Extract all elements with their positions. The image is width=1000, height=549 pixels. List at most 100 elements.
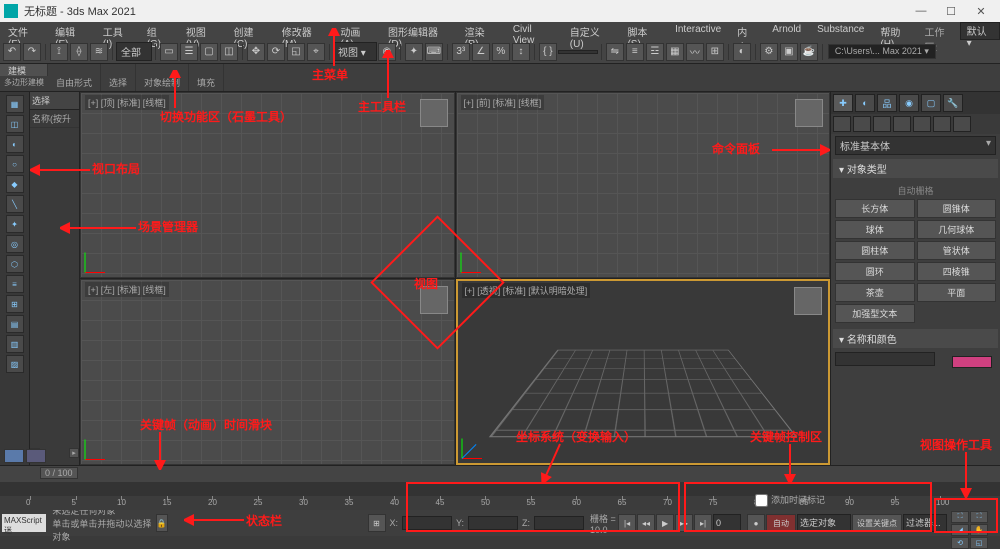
menu-item[interactable]: 工具(I) (95, 22, 139, 40)
ref-coord-dropdown[interactable]: 视图 ▾ (333, 42, 377, 61)
primitive-button[interactable]: 加强型文本 (835, 304, 915, 323)
minimize-button[interactable]: ― (906, 5, 936, 17)
primitive-button[interactable]: 长方体 (835, 199, 915, 218)
viewcube-icon[interactable] (420, 286, 448, 314)
toggle-ribbon-button[interactable]: ▦ (666, 43, 684, 61)
hierarchy-tab[interactable]: 品 (877, 94, 897, 112)
toolbar-icon[interactable]: ◆ (6, 175, 24, 193)
y-coord-input[interactable] (468, 516, 518, 530)
motion-tab[interactable]: ◉ (899, 94, 919, 112)
create-tab[interactable]: ✚ (833, 94, 853, 112)
primitive-button[interactable]: 圆柱体 (835, 241, 915, 260)
layout-preset-button[interactable] (4, 449, 24, 463)
utilities-tab[interactable]: 🔧 (943, 94, 963, 112)
keyboard-shortcut-button[interactable]: ⌨ (425, 43, 443, 61)
viewport-label[interactable]: [+] [左] [标准] [线框] (85, 282, 169, 297)
primitive-type-dropdown[interactable]: 标准基本体 (835, 136, 996, 155)
cameras-subtab[interactable] (893, 116, 911, 132)
viewcube-icon[interactable] (420, 99, 448, 127)
display-tab[interactable]: ▢ (921, 94, 941, 112)
manipulate-button[interactable]: ✦ (405, 43, 423, 61)
angle-snap-button[interactable]: ∠ (472, 43, 490, 61)
ribbon-panel-populate[interactable]: 填充 (189, 64, 224, 91)
menu-item[interactable]: 修改器(M) (274, 22, 333, 40)
systems-subtab[interactable] (953, 116, 971, 132)
viewport-front[interactable]: [+] [前] [标准] [线框] (456, 92, 831, 278)
toolbar-icon[interactable]: ⬡ (6, 255, 24, 273)
track-bar[interactable] (0, 482, 1000, 496)
menu-item[interactable]: Interactive (667, 22, 729, 40)
menu-item[interactable]: 文件(F) (0, 22, 47, 40)
menu-item[interactable]: Substance (809, 22, 872, 40)
toolbar-icon[interactable]: ≡ (6, 275, 24, 293)
viewport-label[interactable]: [+] [前] [标准] [线框] (461, 95, 545, 110)
goto-end-button[interactable]: ▸| (694, 514, 712, 532)
ribbon-panel-freeform[interactable]: 自由形式 (48, 64, 101, 91)
viewport-label[interactable]: [+] [透视] [标准] [默认明暗处理] (462, 283, 591, 298)
viewcube-icon[interactable] (794, 287, 822, 315)
menu-item[interactable]: 帮助(H) (872, 22, 920, 40)
ribbon-subtab[interactable]: 多边形建模 (0, 76, 48, 89)
toolbar-icon[interactable]: ⊞ (6, 295, 24, 313)
ribbon-panel-selection[interactable]: 选择 (101, 64, 136, 91)
snap-3-button[interactable]: 3³ (452, 43, 470, 61)
path-display[interactable]: C:\Users\... Max 2021 ▾ (828, 44, 936, 59)
maximize-viewport-button[interactable]: ◱ (970, 537, 988, 549)
viewport-top[interactable]: [+] [顶] [标准] [线框] (80, 92, 455, 278)
goto-start-button[interactable]: |◂ (618, 514, 636, 532)
render-setup-button[interactable]: ⚙ (760, 43, 778, 61)
menu-item[interactable]: 创建(C) (226, 22, 274, 40)
time-slider[interactable]: 0 / 100 (0, 466, 1000, 482)
selection-filter-dropdown[interactable]: 全部 (116, 42, 152, 61)
align-button[interactable]: ≡ (626, 43, 644, 61)
material-editor-button[interactable]: ◐ (733, 43, 751, 61)
menu-item[interactable]: Civil View (505, 22, 562, 40)
z-coord-input[interactable] (534, 516, 584, 530)
schematic-view-button[interactable]: ⊞ (706, 43, 724, 61)
viewport-label[interactable]: [+] [顶] [标准] [线框] (85, 95, 169, 110)
toolbar-icon[interactable]: ○ (6, 155, 24, 173)
toolbar-icon[interactable]: ◐ (6, 135, 24, 153)
menu-item[interactable]: 动画(A) (332, 22, 380, 40)
color-swatch[interactable] (952, 356, 992, 368)
next-frame-button[interactable]: ▸▸ (675, 514, 693, 532)
maximize-button[interactable]: ☐ (936, 5, 966, 18)
select-object-button[interactable]: ▭ (160, 43, 178, 61)
select-rotate-button[interactable]: ⟳ (267, 43, 285, 61)
primitive-button[interactable]: 球体 (835, 220, 915, 239)
pivot-center-button[interactable]: ◉ (378, 43, 396, 61)
menu-item[interactable]: 渲染(R) (457, 22, 505, 40)
menu-item[interactable]: 编辑(E) (47, 22, 95, 40)
maxscript-listener[interactable]: MAXScript 迷 (2, 514, 46, 532)
play-button[interactable]: ▶ (656, 514, 674, 532)
set-keys-button[interactable]: 设置关键点 (852, 514, 902, 532)
helpers-subtab[interactable] (913, 116, 931, 132)
bind-spacewarp-button[interactable]: ≋ (90, 43, 108, 61)
named-selection-button[interactable]: { } (539, 43, 557, 61)
viewcube-icon[interactable] (795, 99, 823, 127)
mirror-button[interactable]: ⇋ (606, 43, 624, 61)
geometry-subtab[interactable] (833, 116, 851, 132)
time-slider-label[interactable]: 0 / 100 (40, 467, 78, 479)
redo-button[interactable]: ↷ (23, 43, 41, 61)
current-frame-input[interactable] (713, 514, 741, 532)
render-frame-button[interactable]: ▣ (780, 43, 798, 61)
shapes-subtab[interactable] (853, 116, 871, 132)
viewport-perspective[interactable]: [+] [透视] [标准] [默认明暗处理] (456, 279, 831, 465)
select-by-name-button[interactable]: ☰ (180, 43, 198, 61)
auto-key-button[interactable]: 自动 (766, 514, 796, 532)
primitive-button[interactable]: 圆环 (835, 262, 915, 281)
layer-explorer-button[interactable]: ☲ (646, 43, 664, 61)
ribbon-tab-modeling[interactable]: 建模 (0, 64, 48, 76)
orbit-button[interactable]: ⟲ (951, 537, 969, 549)
menu-item[interactable]: Arnold (764, 22, 809, 40)
menu-item[interactable]: 视图(V) (178, 22, 226, 40)
unlink-button[interactable]: ⟠ (70, 43, 88, 61)
autogrid-checkbox[interactable]: 自动栅格 (835, 182, 996, 199)
absolute-mode-button[interactable]: ⊞ (368, 514, 386, 532)
primitive-button[interactable]: 圆锥体 (917, 199, 997, 218)
menu-item[interactable]: 内容 (729, 22, 764, 40)
curve-editor-button[interactable]: 〰 (686, 43, 704, 61)
spinner-snap-button[interactable]: ↕ (512, 43, 530, 61)
menu-item[interactable]: 脚本(S) (619, 22, 667, 40)
